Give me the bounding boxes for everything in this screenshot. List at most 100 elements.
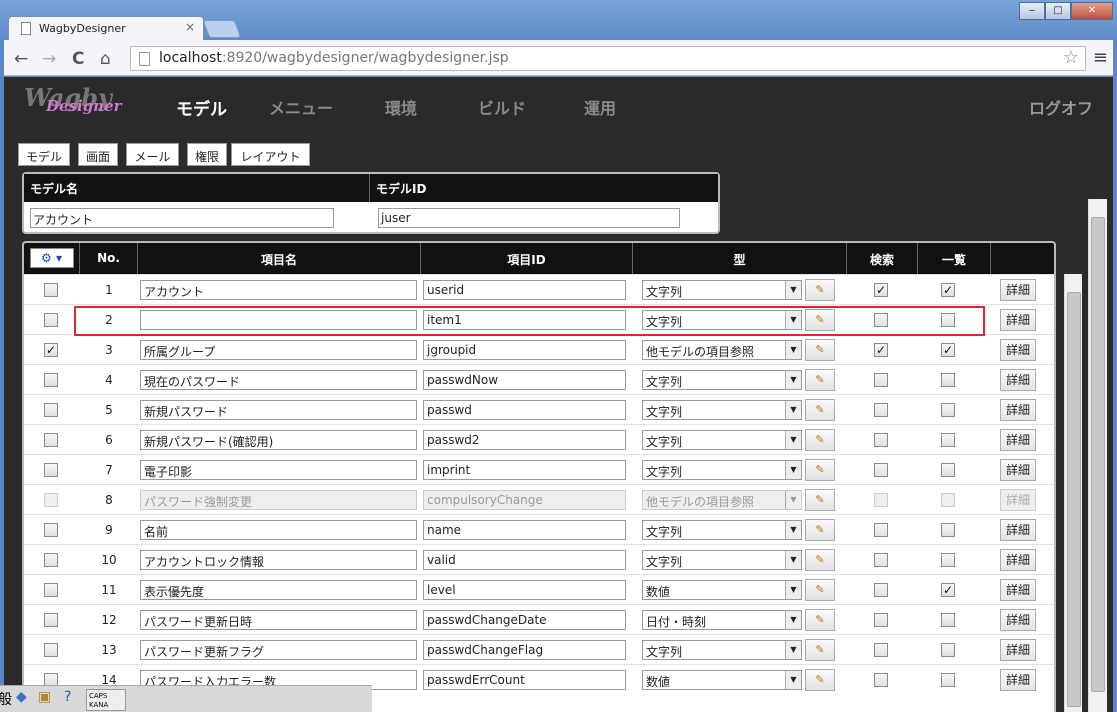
type-select[interactable]: 文字列 ▼ xyxy=(642,640,802,660)
logoff-link[interactable]: ログオフ xyxy=(1029,95,1093,119)
detail-button[interactable]: 詳細 xyxy=(1000,639,1036,661)
detail-button[interactable]: 詳細 xyxy=(1000,579,1036,601)
type-edit-button[interactable]: ✎ xyxy=(805,489,835,511)
detail-button[interactable]: 詳細 xyxy=(1000,369,1036,391)
detail-button[interactable]: 詳細 xyxy=(1000,339,1036,361)
row-select-checkbox[interactable] xyxy=(44,313,58,327)
model-id-input[interactable]: juser xyxy=(378,208,680,228)
list-checkbox[interactable] xyxy=(941,403,955,417)
row-select-checkbox[interactable] xyxy=(44,463,58,477)
subtab-layout[interactable]: レイアウト xyxy=(231,143,310,166)
item-id-input[interactable]: passwdNow xyxy=(423,370,626,390)
back-icon[interactable]: ← xyxy=(14,49,28,69)
page-scrollbar[interactable] xyxy=(1088,199,1107,712)
item-name-input[interactable]: パスワード更新フラグ xyxy=(140,640,417,660)
bookmark-star-icon[interactable]: ☆ xyxy=(1063,47,1079,68)
search-checkbox[interactable]: ✓ xyxy=(874,343,888,357)
type-edit-button[interactable]: ✎ xyxy=(805,609,835,631)
item-name-input[interactable]: アカウント xyxy=(140,280,417,300)
row-select-checkbox[interactable] xyxy=(44,433,58,447)
model-name-input[interactable]: アカウント xyxy=(30,208,334,228)
type-select[interactable]: 数値 ▼ xyxy=(642,670,802,690)
menu-operation[interactable]: 運用 xyxy=(584,95,616,119)
list-checkbox[interactable] xyxy=(941,463,955,477)
row-select-checkbox[interactable] xyxy=(44,403,58,417)
item-name-input[interactable]: 名前 xyxy=(140,520,417,540)
item-name-input[interactable]: アカウントロック情報 xyxy=(140,550,417,570)
subtab-screen[interactable]: 画面 xyxy=(78,143,118,166)
list-checkbox[interactable] xyxy=(941,433,955,447)
menu-model[interactable]: モデル xyxy=(176,95,227,120)
detail-button[interactable]: 詳細 xyxy=(1000,309,1036,331)
detail-button[interactable]: 詳細 xyxy=(1000,399,1036,421)
item-name-input[interactable]: 新規パスワード xyxy=(140,400,417,420)
item-id-input[interactable]: valid xyxy=(423,550,626,570)
detail-button[interactable]: 詳細 xyxy=(1000,609,1036,631)
type-edit-button[interactable]: ✎ xyxy=(805,549,835,571)
search-checkbox[interactable] xyxy=(874,463,888,477)
subtab-mail[interactable]: メール xyxy=(126,143,179,166)
home-icon[interactable]: ⌂ xyxy=(100,49,111,69)
search-checkbox[interactable] xyxy=(874,373,888,387)
address-bar[interactable]: localhost:8920/wagbydesigner/wagbydesign… xyxy=(130,46,1086,71)
list-checkbox[interactable] xyxy=(941,673,955,687)
maximize-button[interactable]: □ xyxy=(1045,2,1071,20)
list-checkbox[interactable]: ✓ xyxy=(941,283,955,297)
type-select[interactable]: 文字列 ▼ xyxy=(642,520,802,540)
type-select[interactable]: 他モデルの項目参照 ▼ xyxy=(642,490,802,510)
list-checkbox[interactable]: ✓ xyxy=(941,583,955,597)
row-select-checkbox[interactable]: ✓ xyxy=(44,343,58,357)
search-checkbox[interactable] xyxy=(874,613,888,627)
item-id-input[interactable]: jgroupid xyxy=(423,340,626,360)
type-select[interactable]: 文字列 ▼ xyxy=(642,430,802,450)
type-select[interactable]: 文字列 ▼ xyxy=(642,460,802,480)
item-id-input[interactable]: passwdChangeFlag xyxy=(423,640,626,660)
item-id-input[interactable]: userid xyxy=(423,280,626,300)
row-select-checkbox[interactable] xyxy=(44,583,58,597)
type-select[interactable]: 文字列 ▼ xyxy=(642,550,802,570)
item-name-input[interactable]: 電子印影 xyxy=(140,460,417,480)
item-id-input[interactable]: compulsoryChange xyxy=(423,490,626,510)
help-icon[interactable]: ? xyxy=(64,689,71,705)
detail-button[interactable]: 詳細 xyxy=(1000,459,1036,481)
type-edit-button[interactable]: ✎ xyxy=(805,459,835,481)
item-id-input[interactable]: name xyxy=(423,520,626,540)
detail-button[interactable]: 詳細 xyxy=(1000,489,1036,511)
type-edit-button[interactable]: ✎ xyxy=(805,639,835,661)
detail-button[interactable]: 詳細 xyxy=(1000,549,1036,571)
detail-button[interactable]: 詳細 xyxy=(1000,669,1036,691)
new-tab-button[interactable] xyxy=(202,20,242,38)
list-checkbox[interactable]: ✓ xyxy=(941,343,955,357)
tool-dropdown[interactable]: ⚙ ▾ xyxy=(29,248,74,268)
type-edit-button[interactable]: ✎ xyxy=(805,579,835,601)
ime-dictionary-icon[interactable]: ▣ xyxy=(38,689,51,705)
close-window-button[interactable]: ✕ xyxy=(1071,2,1113,20)
item-name-input[interactable]: パスワード強制変更 xyxy=(140,490,417,510)
ime-mode-indicator[interactable]: 般 xyxy=(0,689,12,709)
list-checkbox[interactable] xyxy=(941,553,955,567)
browser-tab[interactable]: WagbyDesigner × xyxy=(8,16,204,40)
item-name-input[interactable]: 表示優先度 xyxy=(140,580,417,600)
type-edit-button[interactable]: ✎ xyxy=(805,669,835,691)
row-select-checkbox[interactable] xyxy=(44,373,58,387)
forward-icon[interactable]: → xyxy=(42,49,56,69)
browser-menu-icon[interactable]: ≡ xyxy=(1093,47,1108,68)
item-name-input[interactable]: パスワード更新日時 xyxy=(140,610,417,630)
grid-scrollbar-thumb[interactable] xyxy=(1067,292,1081,707)
type-edit-button[interactable]: ✎ xyxy=(805,429,835,451)
type-select[interactable]: 文字列 ▼ xyxy=(642,280,802,300)
item-name-input[interactable]: 現在のパスワード xyxy=(140,370,417,390)
subtab-permission[interactable]: 権限 xyxy=(187,143,227,166)
type-select[interactable]: 日付・時刻 ▼ xyxy=(642,610,802,630)
search-checkbox[interactable] xyxy=(874,433,888,447)
list-checkbox[interactable] xyxy=(941,493,955,507)
row-select-checkbox[interactable] xyxy=(44,523,58,537)
type-edit-button[interactable]: ✎ xyxy=(805,279,835,301)
item-id-input[interactable]: imprint xyxy=(423,460,626,480)
detail-button[interactable]: 詳細 xyxy=(1000,279,1036,301)
row-select-checkbox[interactable] xyxy=(44,283,58,297)
search-checkbox[interactable] xyxy=(874,583,888,597)
type-select[interactable]: 文字列 ▼ xyxy=(642,400,802,420)
item-name-input[interactable]: 所属グループ xyxy=(140,340,417,360)
ime-tool-icon[interactable]: ◆ xyxy=(16,689,27,705)
